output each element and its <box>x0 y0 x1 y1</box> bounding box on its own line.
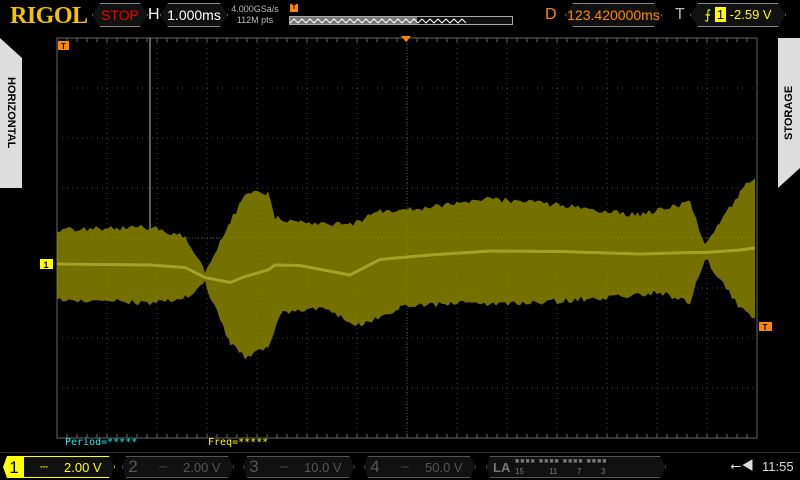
channel-number: 1 <box>4 457 24 477</box>
dc-coupling-icon: ⎓ <box>24 462 64 473</box>
la-bit-11: 11 <box>549 467 557 476</box>
channel-number: 2 <box>123 457 143 477</box>
la-bit-15: 15 <box>515 467 524 476</box>
channel-scale: 10.0 V <box>304 460 342 475</box>
la-label: LA <box>493 460 510 475</box>
dc-coupling-icon: ⎓ <box>385 462 425 473</box>
waveform-display[interactable]: T T 1 <box>0 0 800 452</box>
trigger-level-text: T <box>763 323 768 332</box>
channel-1-button[interactable]: 1 ⎓ 2.00 V <box>3 456 115 478</box>
trigger-position-arrow <box>401 36 411 42</box>
channel-scale: 50.0 V <box>425 460 463 475</box>
dc-coupling-icon: ⎓ <box>264 462 304 473</box>
measurement-period: Period=***** <box>65 437 137 448</box>
ch1-ground-text: 1 <box>43 260 48 270</box>
channel-scale: 2.00 V <box>183 460 221 475</box>
ch1-waveform-envelope <box>57 178 755 359</box>
channel-scale: 2.00 V <box>64 460 102 475</box>
dc-coupling-icon: ⎓ <box>143 462 183 473</box>
trigger-t-text: T <box>61 42 66 51</box>
la-bit-3: 3 <box>601 467 605 476</box>
clock: 11:55 <box>762 459 794 474</box>
channel-3-button[interactable]: 3 ⎓ 10.0 V <box>243 456 355 478</box>
usb-icon: ⭠◀ <box>730 457 754 474</box>
channel-2-button[interactable]: 2 ⎓ 2.00 V <box>122 456 234 478</box>
measurement-freq: Freq=***** <box>208 437 268 448</box>
channel-4-button[interactable]: 4 ⎓ 50.0 V <box>364 456 476 478</box>
logic-analyzer-button[interactable]: LA ■■■■ ■■■■ ■■■■ ■■■■ 15 11 7 3 <box>486 456 666 478</box>
la-bit-7: 7 <box>577 467 581 476</box>
channel-number: 3 <box>244 457 264 477</box>
channel-number: 4 <box>365 457 385 477</box>
la-bit-indicators: ■■■■ ■■■■ ■■■■ ■■■■ <box>515 458 607 465</box>
